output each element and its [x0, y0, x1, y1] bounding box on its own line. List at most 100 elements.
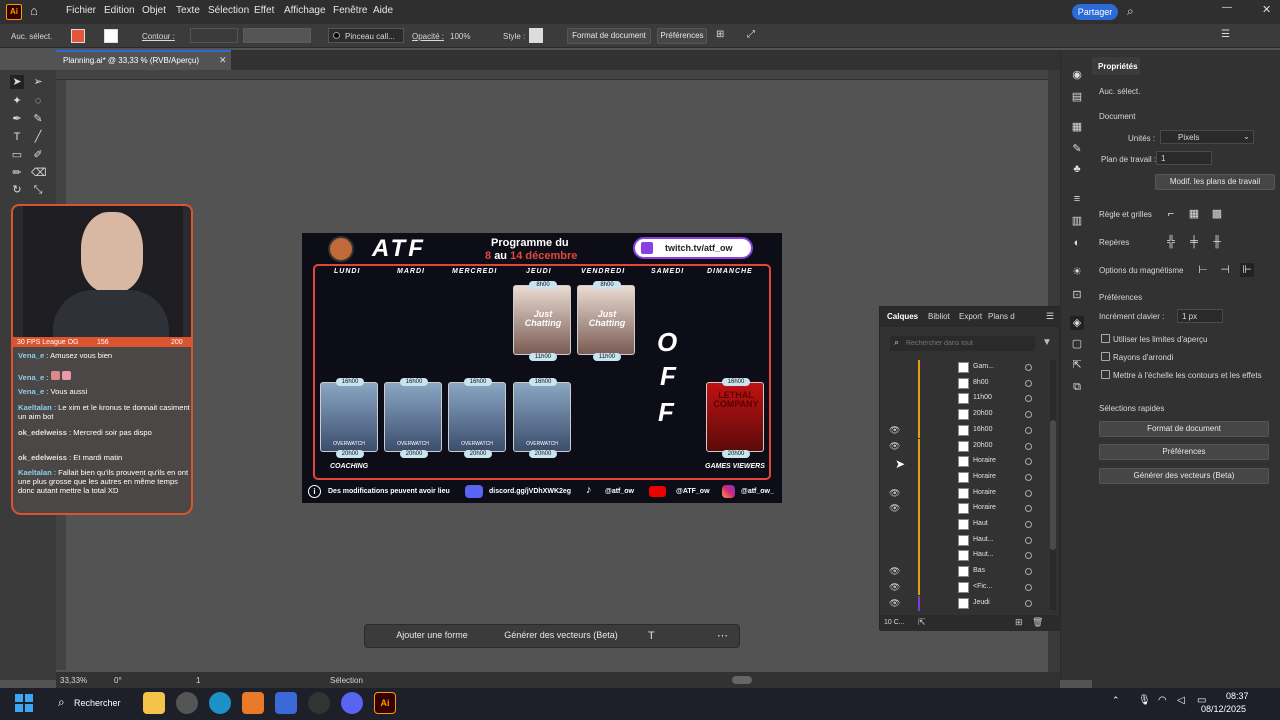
- search-icon[interactable]: ⌕: [1127, 4, 1134, 19]
- layer-target-icon[interactable]: [1025, 568, 1032, 576]
- menu-effet[interactable]: Effet: [254, 5, 274, 16]
- layer-target-icon[interactable]: [1025, 379, 1032, 387]
- layer-target-icon[interactable]: [1025, 442, 1032, 450]
- layer-row[interactable]: Haut: [880, 517, 1050, 533]
- layer-target-icon[interactable]: [1025, 364, 1032, 371]
- layer-name[interactable]: Haut: [973, 520, 988, 527]
- layers-scroll-thumb[interactable]: [1050, 420, 1056, 550]
- layer-name[interactable]: 8h00: [973, 379, 989, 386]
- layer-target-icon[interactable]: [1025, 521, 1032, 528]
- brush-tool-icon[interactable]: ✐: [31, 148, 45, 162]
- artboards-panel-icon[interactable]: ▢: [1070, 337, 1084, 351]
- file-explorer-icon[interactable]: [143, 692, 165, 714]
- layer-name[interactable]: Horaire: [973, 473, 996, 480]
- scale-strokes-checkbox[interactable]: [1101, 370, 1110, 379]
- pen-tool-icon[interactable]: ✒: [10, 112, 24, 126]
- card-dimanche-lethal[interactable]: 16h00 LETHAL COMPANY 20h00: [706, 378, 764, 458]
- layer-name[interactable]: Horaire: [973, 457, 996, 464]
- close-icon[interactable]: ✕: [1262, 3, 1271, 16]
- layer-row[interactable]: 👁 Jeudi: [880, 595, 1050, 612]
- layer-row[interactable]: 20h00: [880, 407, 1050, 423]
- layer-name[interactable]: 20h00: [973, 442, 992, 449]
- rectangle-tool-icon[interactable]: ▭: [10, 148, 24, 162]
- fill-swatch[interactable]: [71, 29, 85, 43]
- qa-preferences-button[interactable]: Préférences: [1099, 444, 1269, 460]
- card-mercredi-overwatch[interactable]: 16h00 OVERWATCH 20h00: [448, 378, 506, 458]
- layer-target-icon[interactable]: [1025, 505, 1032, 513]
- rotate-tool-icon[interactable]: ↻: [10, 183, 24, 197]
- home-icon[interactable]: ⌂: [30, 4, 44, 18]
- edit-artboards-button[interactable]: Modif. les plans de travail: [1155, 174, 1275, 190]
- transform-panel-icon[interactable]: ☀: [1070, 265, 1084, 279]
- opacity-label[interactable]: Opacité :: [412, 32, 444, 41]
- menu-edition[interactable]: Edition: [104, 5, 135, 16]
- menu-fenetre[interactable]: Fenêtre: [333, 5, 367, 16]
- grid-icon[interactable]: ▦: [1187, 207, 1201, 221]
- direct-selection-icon[interactable]: ➢: [31, 75, 45, 89]
- clock-time[interactable]: 08:37: [1226, 691, 1249, 701]
- layer-name[interactable]: Horaire: [973, 504, 996, 511]
- add-shape-button[interactable]: Ajouter une forme: [380, 628, 484, 645]
- taskbar-search[interactable]: ⌕ Rechercher: [52, 693, 132, 715]
- lasso-icon[interactable]: ◌: [31, 94, 45, 108]
- layer-target-icon[interactable]: [1025, 536, 1032, 544]
- rounded-corners-checkbox[interactable]: [1101, 352, 1110, 361]
- stroke-panel-icon[interactable]: ≡: [1070, 192, 1084, 206]
- layer-row[interactable]: 👁 Horaire: [880, 501, 1050, 517]
- wifi-icon[interactable]: ◠: [1158, 695, 1167, 706]
- tab-close-icon[interactable]: ✕: [219, 55, 227, 66]
- menu-aide[interactable]: Aide: [373, 5, 393, 16]
- transparency-grid-icon[interactable]: ▩: [1210, 207, 1224, 221]
- mic-icon[interactable]: 🎙: [1138, 695, 1151, 706]
- document-format-button[interactable]: Format de document: [567, 28, 651, 44]
- layer-row[interactable]: 👁 Bas: [880, 564, 1050, 580]
- layer-row[interactable]: Horaire: [880, 454, 1050, 470]
- symbols-panel-icon[interactable]: ♣: [1070, 162, 1084, 176]
- share-button[interactable]: Partager: [1072, 4, 1118, 20]
- export-panel-icon[interactable]: ⇱: [1070, 358, 1084, 372]
- layer-target-icon[interactable]: [1025, 458, 1032, 466]
- layers-panel-icon[interactable]: ◈: [1070, 316, 1084, 330]
- layer-row[interactable]: 👁 16h00: [880, 422, 1050, 439]
- layer-name[interactable]: 16h00: [973, 426, 992, 433]
- layer-target-icon[interactable]: [1025, 489, 1032, 497]
- tab-libraries[interactable]: Bibliot: [928, 312, 950, 321]
- settings-icon[interactable]: [176, 692, 198, 714]
- menu-texte[interactable]: Texte: [176, 5, 200, 16]
- lock-guides-icon[interactable]: ╪: [1187, 235, 1201, 249]
- menu-fichier[interactable]: Fichier: [66, 5, 96, 16]
- menu-objet[interactable]: Objet: [142, 5, 166, 16]
- card-vendredi-chatting[interactable]: 8h00 Just Chatting 11h00: [577, 281, 635, 361]
- style-swatch[interactable]: [529, 28, 543, 43]
- layer-row[interactable]: Haut...: [880, 532, 1050, 549]
- tab-planning[interactable]: Planning.ai* @ 33,33 % (RVB/Aperçu) ✕: [56, 50, 231, 70]
- scale-tool-icon[interactable]: ⤡: [31, 183, 45, 197]
- qa-document-format-button[interactable]: Format de document: [1099, 421, 1269, 437]
- visibility-eye-icon[interactable]: 👁: [889, 441, 900, 452]
- layer-name[interactable]: Horaire: [973, 489, 996, 496]
- layer-row[interactable]: 11h00: [880, 391, 1050, 408]
- card-lundi-overwatch[interactable]: 16h00 OVERWATCH 20h00: [320, 378, 378, 458]
- tab-export[interactable]: Export: [959, 312, 982, 321]
- preferences-button[interactable]: Préférences: [657, 28, 707, 44]
- properties-panel-icon[interactable]: ◉: [1070, 68, 1084, 82]
- stroke-swatch[interactable]: [104, 29, 118, 43]
- layer-row[interactable]: Horaire: [880, 469, 1050, 486]
- type-icon[interactable]: T: [648, 630, 655, 642]
- selection-tool-icon[interactable]: ➤: [10, 75, 24, 89]
- line-tool-icon[interactable]: ╱: [31, 130, 45, 144]
- shaper-tool-icon[interactable]: ✏: [10, 166, 24, 180]
- tab-artboards[interactable]: Plans d: [988, 312, 1015, 321]
- stroke-weight-field[interactable]: [190, 28, 238, 43]
- layer-name[interactable]: Gam...: [973, 363, 994, 370]
- keyboard-increment-input[interactable]: 1 px: [1177, 309, 1223, 323]
- horizontal-scrollbar-thumb[interactable]: [732, 676, 752, 684]
- panel-menu-icon[interactable]: ☰: [1046, 311, 1054, 322]
- illustrator-taskbar-icon[interactable]: Ai: [374, 692, 396, 714]
- layer-target-icon[interactable]: [1025, 599, 1032, 607]
- variable-width-field[interactable]: [243, 28, 311, 43]
- layer-name[interactable]: Haut...: [973, 551, 994, 558]
- generate-vectors-button[interactable]: Générer des vecteurs (Beta): [493, 628, 629, 645]
- snap-point-icon[interactable]: ⊢: [1196, 263, 1210, 277]
- layer-name[interactable]: Haut...: [973, 536, 994, 543]
